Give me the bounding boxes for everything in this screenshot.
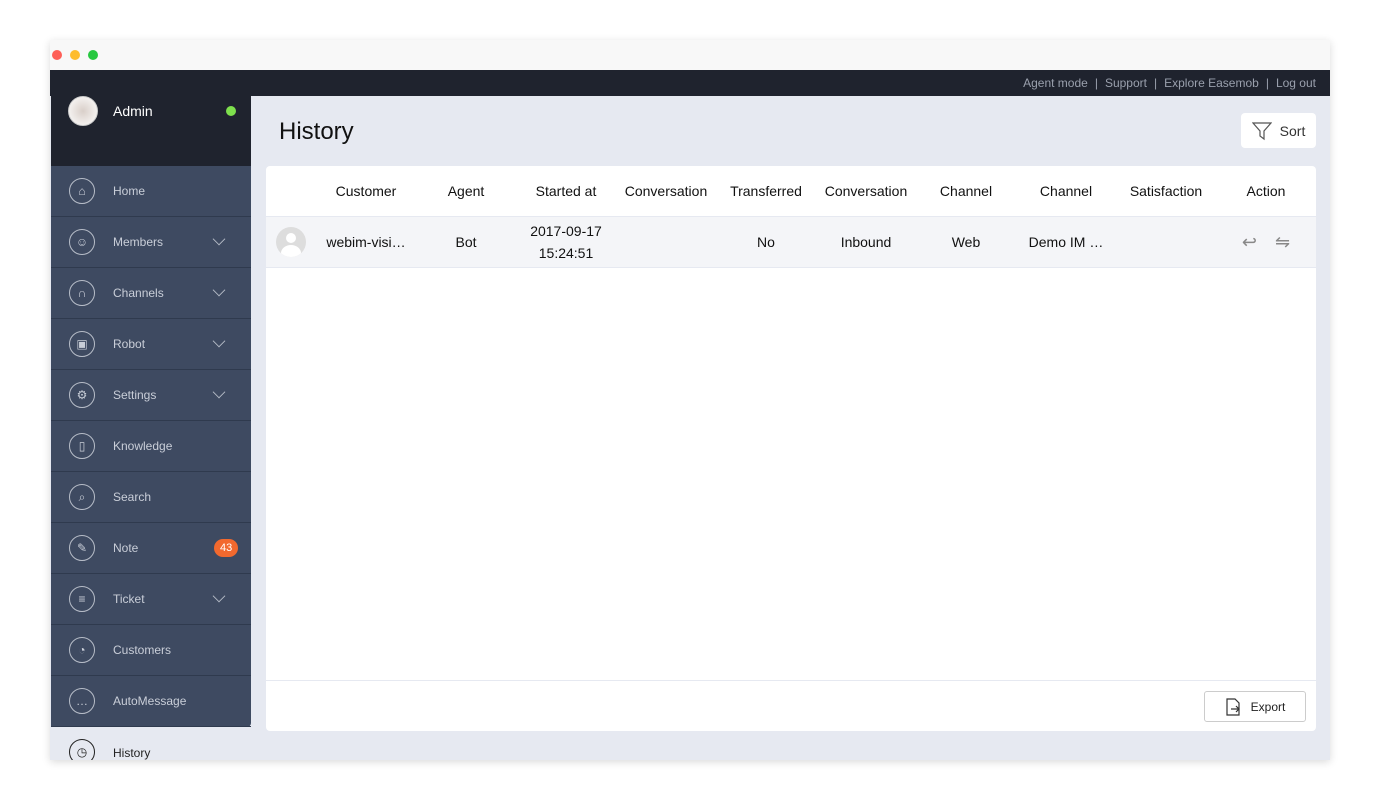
sidebar-item-label: Channels: [113, 286, 164, 300]
channels-icon: ∩: [69, 280, 95, 306]
sidebar-item-label: Ticket: [113, 592, 145, 606]
column-header: Transferred: [730, 183, 802, 199]
sidebar-item-settings[interactable]: ⚙ Settings: [51, 370, 251, 421]
filter-icon: [1251, 121, 1272, 140]
cell-transferred: No: [757, 234, 775, 250]
sidebar-item-label: Search: [113, 490, 152, 504]
sidebar-item-automessage[interactable]: … AutoMessage: [51, 676, 251, 727]
sidebar-item-note[interactable]: ✎ Note 43: [51, 523, 251, 574]
sidebar-item-label: Robot: [113, 337, 146, 351]
sidebar-menu: ⌂ Home ☺ Members ∩ Channels ▣ Robot ⚙ Settings ▯ Kn…: [51, 166, 251, 727]
top-bar: Agent mode | Support | Explore Easemob | Log o…: [50, 70, 1330, 96]
customer-avatar: [276, 227, 306, 257]
sidebar-item-home[interactable]: ⌂ Home: [51, 166, 251, 217]
sidebar-item-search[interactable]: ⌕ Search: [51, 472, 251, 523]
cell-channel: Web: [951, 234, 981, 250]
sidebar-item-channels[interactable]: ∩ Channels: [51, 268, 251, 319]
sidebar-item-label: Customers: [113, 643, 172, 657]
cell-agent: Bot: [455, 234, 477, 250]
cell-customer[interactable]: webim-visi…: [316, 234, 416, 250]
members-icon: ☺: [69, 229, 95, 255]
export-button[interactable]: Export: [1204, 691, 1306, 722]
sort-label: Sort: [1279, 122, 1306, 139]
column-header: Started at: [535, 183, 597, 199]
maximize-window-button[interactable]: [88, 50, 98, 60]
table-header: Customer Agent Started at Conversation Trans…: [266, 166, 1316, 217]
page-title: History: [279, 118, 354, 145]
sidebar-item-label: Members: [113, 235, 164, 249]
column-header: Channel: [1039, 183, 1093, 199]
chevron-down-icon[interactable]: [212, 232, 226, 246]
main-content: History Sort Customer Agent Started at Conv…: [251, 96, 1330, 760]
column-header: Customer: [335, 183, 397, 199]
sidebar-item-customers[interactable]: ◔ Customers: [51, 625, 251, 676]
note-icon: ✎: [69, 535, 95, 561]
explore-link[interactable]: Explore Easemob: [1164, 76, 1259, 90]
transfer-icon[interactable]: ⇋: [1275, 232, 1290, 253]
sidebar-item-knowledge[interactable]: ▯ Knowledge: [51, 421, 251, 472]
sidebar-item-label: Knowledge: [113, 439, 173, 453]
column-header: Satisfaction: [1129, 183, 1203, 199]
sidebar-item-label: Settings: [113, 388, 157, 402]
column-header: Channel: [939, 183, 993, 199]
sidebar-item-members[interactable]: ☺ Members: [51, 217, 251, 268]
support-link[interactable]: Support: [1105, 76, 1147, 90]
sidebar-item-history[interactable]: ◷ History: [51, 727, 251, 760]
close-window-button[interactable]: [52, 50, 62, 60]
search-icon: ⌕: [69, 484, 95, 510]
started-time: 15:24:51: [538, 245, 594, 261]
cell-started: 2017-09-17 15:24:51: [516, 220, 616, 264]
user-name: Admin: [113, 103, 153, 119]
chevron-down-icon[interactable]: [212, 334, 226, 348]
table-row[interactable]: webim-visi… Bot 2017-09-17 15:24:51 No In…: [266, 217, 1316, 268]
column-header: Conversation: [624, 183, 708, 199]
online-status-dot: [226, 106, 236, 116]
sidebar-item-robot[interactable]: ▣ Robot: [51, 319, 251, 370]
return-icon[interactable]: ↩: [1242, 232, 1257, 253]
book-icon: ▯: [69, 433, 95, 459]
table-footer: Export: [266, 680, 1316, 731]
app-window: Agent mode | Support | Explore Easemob | Log o…: [50, 40, 1330, 760]
agent-mode-link[interactable]: Agent mode: [1023, 76, 1088, 90]
cell-action: ↩ ⇋: [1216, 232, 1316, 253]
clock-icon: ◷: [69, 739, 95, 760]
sidebar: Admin ⌂ Home ☺ Members ∩ Channels ▣ Robot ⚙ Setti…: [51, 96, 251, 760]
logout-link[interactable]: Log out: [1276, 76, 1316, 90]
column-header: Action: [1246, 183, 1286, 199]
export-label: Export: [1250, 699, 1286, 714]
message-icon: …: [69, 688, 95, 714]
cell-direction: Inbound: [840, 234, 892, 250]
history-table-card: Customer Agent Started at Conversation Trans…: [266, 166, 1316, 731]
customers-icon: ◔: [69, 637, 95, 663]
avatar[interactable]: [68, 96, 98, 126]
sidebar-item-label: History: [113, 745, 151, 760]
note-count-badge: 43: [214, 539, 239, 557]
home-icon: ⌂: [69, 178, 95, 204]
column-header: Conversation: [824, 183, 908, 199]
chevron-down-icon[interactable]: [212, 385, 226, 399]
started-date: 2017-09-17: [530, 223, 602, 239]
export-icon: [1226, 697, 1240, 716]
column-header: Agent: [447, 183, 485, 199]
ticket-icon: ≡: [69, 586, 95, 612]
chevron-down-icon[interactable]: [212, 589, 226, 603]
cell-channel-name: Demo IM …: [1028, 234, 1104, 250]
sidebar-item-label: AutoMessage: [113, 694, 187, 708]
sort-button[interactable]: Sort: [1241, 113, 1316, 148]
sidebar-item-ticket[interactable]: ≡ Ticket: [51, 574, 251, 625]
gear-icon: ⚙: [69, 382, 95, 408]
sidebar-item-label: Home: [113, 184, 146, 198]
title-bar: [50, 40, 1330, 70]
chevron-down-icon[interactable]: [212, 283, 226, 297]
sidebar-item-label: Note: [113, 541, 139, 555]
minimize-window-button[interactable]: [70, 50, 80, 60]
robot-icon: ▣: [69, 331, 95, 357]
profile: Admin: [51, 96, 251, 166]
